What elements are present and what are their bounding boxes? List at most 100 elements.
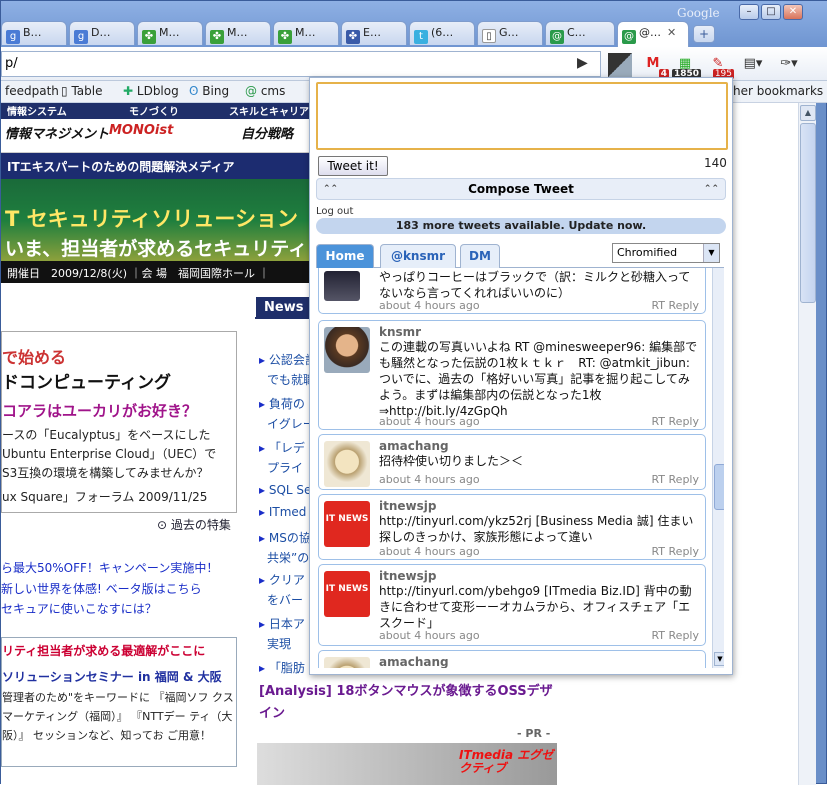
gmail-icon[interactable]: M4	[641, 53, 669, 79]
seminar-box[interactable]: リティ担当者が求める最適解がここに ソリューションセミナー in 福岡 & 大阪…	[1, 637, 237, 767]
tweet-item[interactable]: IT NEWS itnewsjp http://tinyurl.com/ybeh…	[318, 564, 706, 646]
news-item[interactable]: ▸ 日本ア	[259, 615, 305, 632]
news-item[interactable]: をバー	[267, 591, 303, 608]
tweet-text: http://tinyurl.com/ykz52rj [Business Med…	[379, 514, 694, 544]
tab-dm[interactable]: DM	[460, 244, 500, 268]
tweet-user[interactable]: amachang	[379, 439, 449, 453]
news-item[interactable]: ▸ 「脂肪	[259, 659, 305, 676]
tab-9[interactable]: @ C…	[545, 21, 615, 45]
page-scrollbar[interactable]: ▲	[798, 103, 816, 785]
tab-home[interactable]: Home	[316, 244, 374, 268]
at-icon: @	[622, 30, 636, 44]
tab-3[interactable]: ✤ M…	[137, 21, 203, 45]
news-item[interactable]: ▸ ITmed	[259, 505, 306, 519]
tab-active[interactable]: @ @… ✕	[617, 21, 689, 47]
page-menu-icon[interactable]: ▤▾	[741, 53, 765, 77]
tweet-actions[interactable]: RT Reply	[651, 473, 699, 486]
other-bookmarks[interactable]: her bookmarks	[733, 84, 823, 98]
tweet-input[interactable]	[316, 82, 728, 150]
logo[interactable]: 自分戦略	[241, 123, 293, 142]
timeline-scrollbar[interactable]: ▼	[712, 268, 724, 668]
news-item[interactable]: イグレー	[267, 415, 315, 432]
tweet-actions[interactable]: RT Reply	[651, 299, 699, 312]
news-item[interactable]: ▸ SQL Se	[259, 483, 311, 497]
bookmark-cms[interactable]: @ cms	[245, 84, 285, 98]
logout-link[interactable]: Log out	[316, 206, 353, 217]
news-item[interactable]: 実現	[267, 635, 291, 652]
logo[interactable]: MONOist	[109, 123, 173, 138]
tweet-extension-icon[interactable]: ✎ 195	[706, 53, 734, 79]
tab-4[interactable]: ✤ M…	[205, 21, 271, 45]
tweet-item[interactable]: IT NEWS itnewsjp http://tinyurl.com/ykz5…	[318, 494, 706, 560]
scroll-up-icon[interactable]: ▲	[800, 105, 816, 121]
address-bar[interactable]: p/	[1, 51, 601, 77]
promo-link[interactable]: セキュアに使いこなすには？	[1, 600, 157, 617]
chevron-down-icon: ▼	[703, 244, 719, 262]
maximize-button[interactable]: □	[761, 4, 781, 20]
analysis-link[interactable]: [Analysis] 18ボタンマウスが象徴するOSSデザイン	[259, 681, 559, 725]
nav-label[interactable]: 情報システム	[7, 103, 67, 118]
promo-link[interactable]: 新しい世界を体感! ベータ版はこちら	[1, 580, 202, 597]
tab-label: C…	[567, 26, 586, 39]
tweet-item[interactable]: やっぱりコーヒーはブラックで（訳：ミルクと砂糖入ってないなら言ってくれればいいの…	[318, 268, 706, 314]
tab-1[interactable]: g B…	[1, 21, 67, 45]
avatar	[324, 441, 370, 487]
tab-label: M…	[159, 26, 180, 39]
news-item[interactable]: ▸ MSの協	[259, 529, 311, 546]
minimize-button[interactable]: –	[739, 4, 759, 20]
bookmark-bing[interactable]: ʘ Bing	[189, 84, 229, 98]
news-item[interactable]: プライ	[267, 459, 303, 476]
scroll-thumb[interactable]	[800, 123, 816, 303]
promo-link[interactable]: ら最大50%OFF！キャンペーン実施中！	[1, 559, 218, 576]
feature-box[interactable]: で始める ドコンピューティング コアラはユーカリがお好き？ ースの「Eucaly…	[1, 331, 237, 513]
bookmark-table[interactable]: ▯ Table	[61, 84, 102, 98]
scroll-thumb[interactable]	[714, 464, 724, 510]
tweet-item[interactable]: amachang	[318, 650, 706, 668]
compose-toggle[interactable]: ⌃⌃ Compose Tweet ⌃⌃	[316, 178, 726, 200]
tweet-actions[interactable]: RT Reply	[651, 415, 699, 428]
go-arrow-icon[interactable]: ▶	[577, 55, 588, 71]
news-item[interactable]: でも就職	[267, 371, 315, 388]
tab-8[interactable]: ▯ G…	[477, 21, 543, 45]
tweet-user[interactable]: itnewsjp	[379, 569, 436, 583]
news-item[interactable]: ▸ 「レデ	[259, 439, 305, 456]
tweet-user[interactable]: itnewsjp	[379, 499, 436, 513]
close-tab-icon[interactable]: ✕	[667, 26, 676, 39]
seminar-banner[interactable]: T セキュリティソリューション いま、担当者が求めるセキュリティ 開催日 200…	[1, 179, 311, 283]
grid-icon[interactable]: ▦ 1850	[671, 53, 701, 79]
tweet-item[interactable]: amachang 招待枠使い切りました＞＜ about 4 hours ago …	[318, 434, 706, 490]
tweet-item[interactable]: knsmr この連載の写真いいよね RT @minesweeper96: 編集部…	[318, 320, 706, 430]
tweet-user[interactable]: amachang	[379, 655, 449, 668]
tab-5[interactable]: ✤ M…	[273, 21, 339, 45]
tweet-actions[interactable]: RT Reply	[651, 629, 699, 642]
arrow-circle-icon: ⊙	[157, 518, 168, 532]
nav-label[interactable]: モノづくり	[129, 103, 179, 118]
tab-7[interactable]: t (6…	[409, 21, 475, 45]
news-item[interactable]: ▸ クリア	[259, 571, 305, 588]
theme-select[interactable]: Chromified ▼	[612, 243, 720, 263]
news-item[interactable]: 共栄”の	[267, 549, 309, 566]
banner-subtitle: いま、担当者が求めるセキュリティ	[5, 238, 308, 260]
tweet-user[interactable]: knsmr	[379, 325, 421, 339]
page-icon: ▯	[482, 29, 496, 43]
update-bar[interactable]: 183 more tweets available. Update now.	[316, 218, 726, 234]
new-tab-button[interactable]: +	[693, 25, 715, 43]
tweet-text: この連載の写真いいよね RT @minesweeper96: 編集部でも騒然とな…	[379, 340, 698, 418]
bookmark-label: Bing	[202, 84, 230, 98]
exec-banner[interactable]: ITmedia エグゼクティブ	[257, 743, 557, 785]
logo[interactable]: 情報マネジメント	[5, 123, 109, 142]
wrench-icon[interactable]: ✑▾	[777, 53, 801, 77]
tweet-button[interactable]: Tweet it!	[318, 156, 388, 176]
tab-6[interactable]: ✤ E…	[341, 21, 407, 45]
scroll-down-icon[interactable]: ▼	[714, 652, 724, 666]
close-button[interactable]: ✕	[783, 4, 803, 20]
news-item[interactable]: ▸ 負荷の	[259, 395, 305, 412]
screen-capture-icon[interactable]	[608, 53, 632, 77]
bookmark-feedpath[interactable]: feedpath	[5, 84, 59, 98]
tab-mentions[interactable]: @knsmr	[380, 244, 456, 268]
bookmark-ldblog[interactable]: ✚ LDblog	[123, 84, 179, 98]
more-features-link[interactable]: ⊙ 過去の特集	[157, 516, 231, 533]
tab-2[interactable]: g D…	[69, 21, 135, 45]
tweet-actions[interactable]: RT Reply	[651, 545, 699, 558]
nav-label[interactable]: スキルとキャリア	[229, 103, 309, 118]
